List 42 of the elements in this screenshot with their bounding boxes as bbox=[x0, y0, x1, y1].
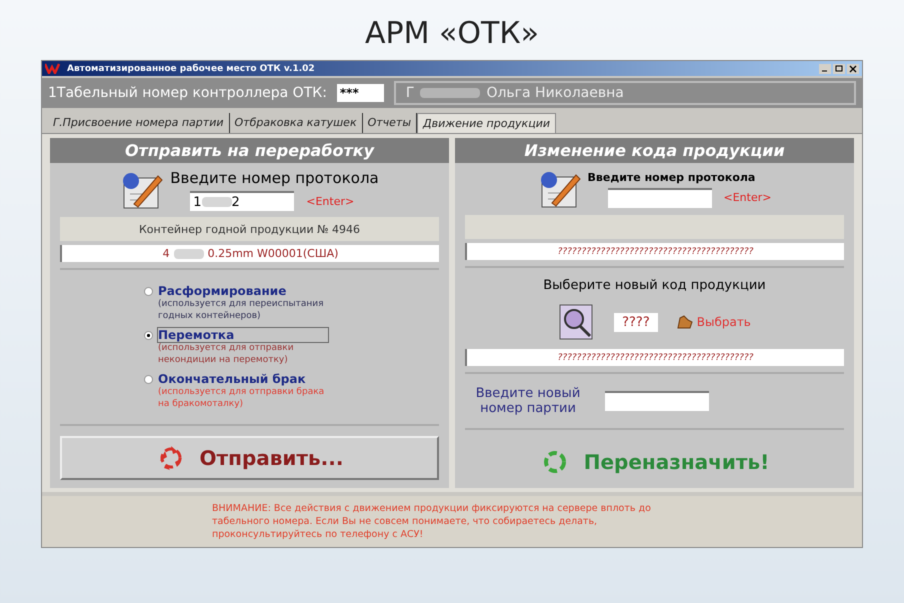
batch-number-label: Введите новый номер партии bbox=[474, 386, 582, 416]
enter-hint: <Enter> bbox=[724, 191, 772, 204]
enter-hint: <Enter> bbox=[306, 194, 354, 208]
operator-name: Ольга Николаевна bbox=[486, 85, 624, 101]
tab[interactable]: Движение продукции bbox=[417, 113, 556, 133]
option-label[interactable]: Перемотка bbox=[158, 328, 328, 342]
panel-title: Изменение кода продукции bbox=[455, 138, 854, 163]
option-note: (используется для отправки некондиции на перемотку) bbox=[158, 342, 295, 366]
operator-id-label: 1Табельный номер контроллера ОТК: bbox=[48, 85, 327, 101]
logo-icon bbox=[45, 63, 63, 74]
slide-title: АРМ «ОТК» bbox=[365, 15, 539, 53]
container-info: 0.25mm W00001(США) bbox=[208, 247, 338, 260]
code-info-bar: ????????????????????????????????????????? bbox=[465, 349, 844, 366]
option-note: (используется для отправки брака на бракомоталку) bbox=[158, 386, 326, 410]
choose-code-prompt: Выберите новый код продукции bbox=[542, 277, 767, 295]
protocol-prompt: Введите номер протокола bbox=[170, 169, 379, 187]
send-button[interactable]: Отправить... bbox=[60, 436, 439, 480]
protocol-prompt: Введите номер протокола bbox=[588, 170, 756, 184]
minimize-icon[interactable] bbox=[819, 64, 831, 74]
name-prefix: Г bbox=[406, 85, 414, 101]
product-info-bar: ????????????????????????????????????????? bbox=[465, 243, 844, 260]
radio-button[interactable] bbox=[144, 287, 153, 296]
redacted-block bbox=[420, 88, 480, 98]
operator-id-field[interactable]: *** bbox=[336, 84, 384, 102]
option-label[interactable]: Окончательный брак bbox=[158, 372, 328, 386]
protocol-field[interactable] bbox=[608, 188, 712, 208]
window-title: Автоматизированное рабочее место ОТК v.1.02 bbox=[67, 64, 316, 74]
redacted-block bbox=[174, 248, 204, 258]
protocol-field[interactable]: 1 2 bbox=[190, 191, 294, 211]
info-prefix: 4 bbox=[162, 247, 170, 260]
radio-button[interactable] bbox=[144, 375, 153, 384]
panel-title: Отправить на переработку bbox=[50, 138, 449, 163]
close-icon[interactable] bbox=[847, 64, 859, 74]
option-label[interactable]: Расформирование bbox=[158, 284, 328, 298]
container-label: Контейнер годной продукции № 4946 bbox=[60, 217, 439, 241]
document-pencil-icon bbox=[120, 170, 164, 210]
warning-text: ВНИМАНИЕ: Все действия с движением продукции фиксируются на сервере вплоть до табельного номера. Если Вы не совсем понимаете, что собираетесь делать, проконсультируйтесь по телефону с АСУ! bbox=[42, 496, 862, 547]
batch-number-field[interactable] bbox=[605, 391, 709, 411]
radio-button[interactable] bbox=[144, 331, 153, 340]
product-code-field[interactable]: ???? bbox=[614, 312, 658, 332]
maximize-icon[interactable] bbox=[833, 64, 845, 74]
option-note: (используется для переиспытания годных контейнеров) bbox=[158, 298, 324, 322]
